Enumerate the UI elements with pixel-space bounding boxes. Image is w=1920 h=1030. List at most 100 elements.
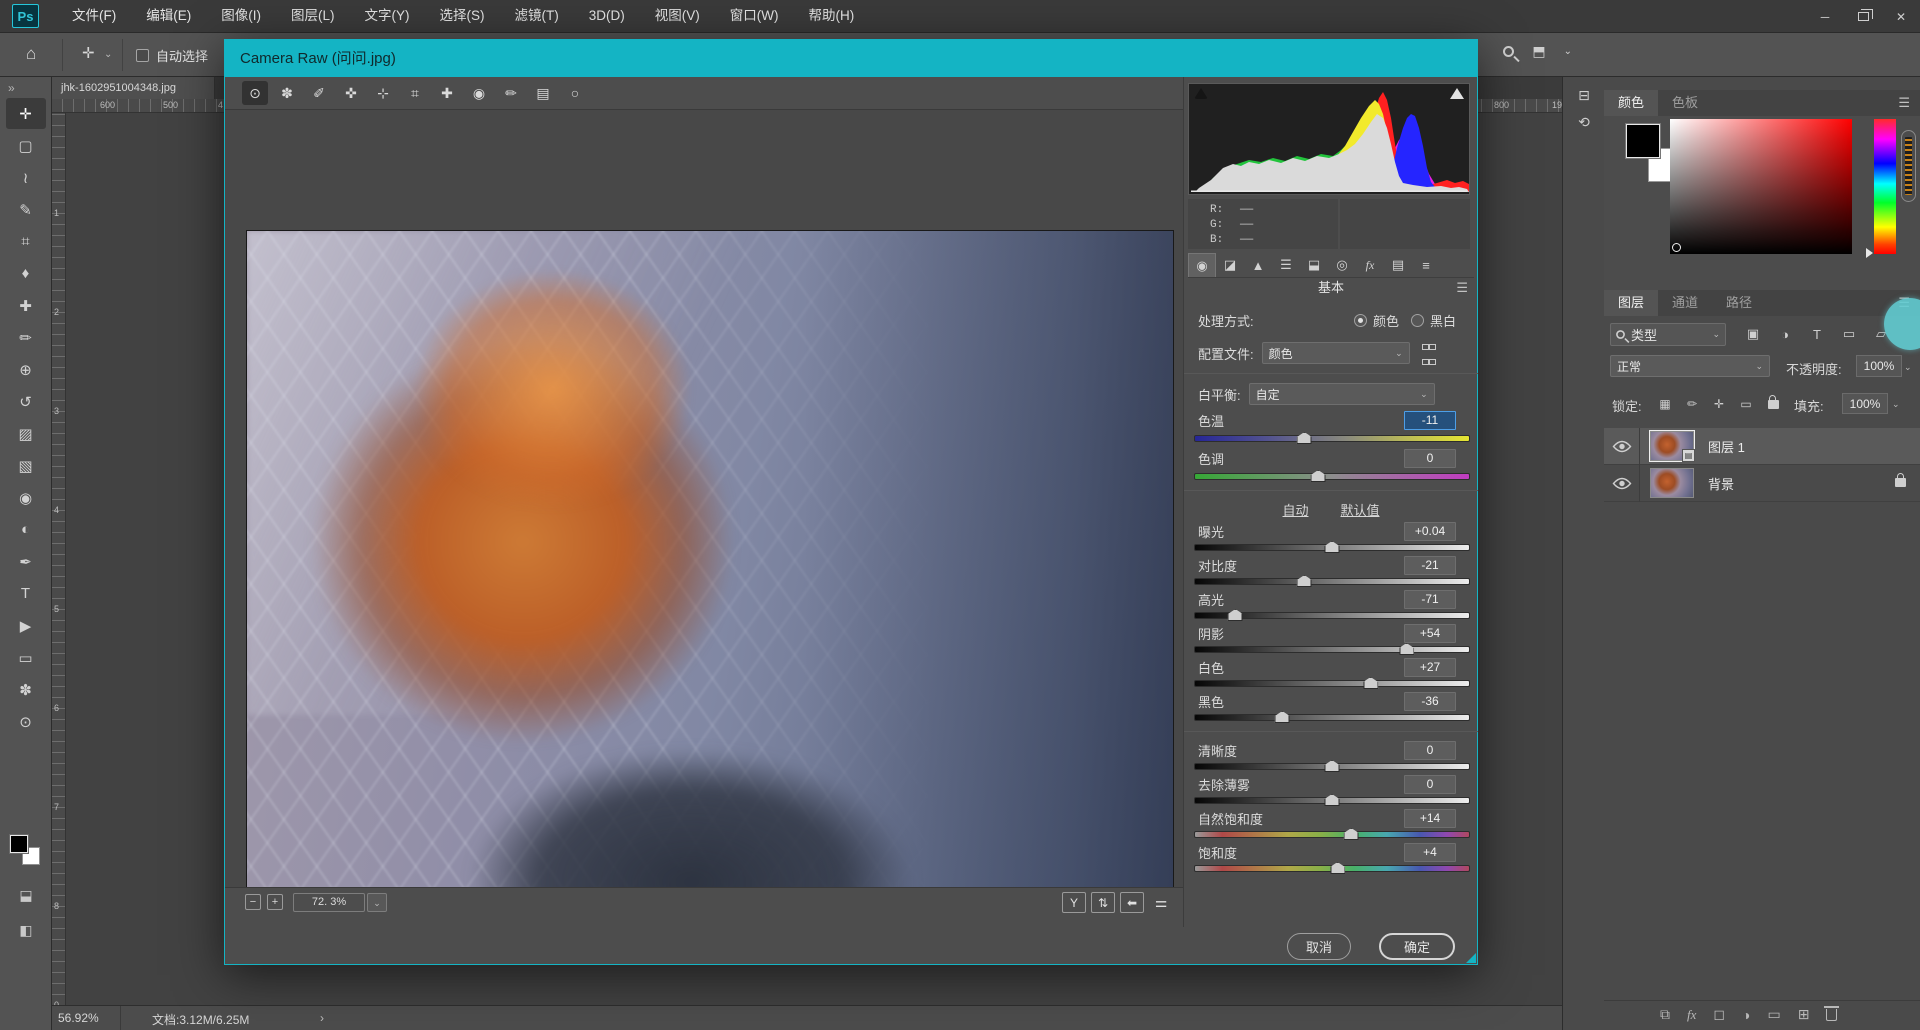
eyedropper-tool[interactable]: ♦ [6, 258, 46, 289]
layer-group-icon[interactable]: ▭ [1767, 1006, 1780, 1023]
layer-effects-icon[interactable]: fx [1687, 1007, 1696, 1023]
menu-item-6[interactable]: 滤镜(T) [500, 0, 574, 32]
adjustment-brush-tool[interactable]: ✏ [498, 81, 524, 105]
slider-thumb[interactable] [1311, 470, 1326, 482]
crop-tool[interactable]: ⌗ [402, 81, 428, 105]
panel-scroll-handle[interactable] [1901, 130, 1916, 202]
profile-select[interactable]: 颜色 ⌄ [1262, 342, 1410, 364]
slider-thumb[interactable] [1399, 643, 1414, 655]
collapsed-history-icon[interactable]: ⟲ [1563, 114, 1605, 131]
auto-link[interactable]: 自动 [1282, 500, 1308, 519]
tab-detail[interactable]: ▲ [1244, 253, 1272, 277]
menu-item-10[interactable]: 帮助(H) [793, 0, 869, 32]
move-tool-icon[interactable]: ✛ [82, 44, 95, 62]
slider-thumb[interactable] [1363, 677, 1378, 689]
slider-thumb[interactable] [1297, 575, 1312, 587]
menu-item-8[interactable]: 视图(V) [640, 0, 715, 32]
slider-thumb[interactable] [1275, 711, 1290, 723]
layer-mask-icon[interactable]: ◻ [1713, 1006, 1725, 1023]
before-after-toggle[interactable]: Y [1062, 892, 1086, 913]
slider-thumb[interactable] [1330, 862, 1345, 874]
slider-value-input[interactable]: +27 [1404, 658, 1456, 677]
menu-item-3[interactable]: 图层(L) [276, 0, 350, 32]
slider-track[interactable] [1194, 831, 1470, 838]
hue-slider-arrow[interactable] [1866, 248, 1873, 258]
menu-item-5[interactable]: 选择(S) [425, 0, 500, 32]
menu-item-2[interactable]: 图像(I) [206, 0, 276, 32]
pen-tool[interactable]: ✒ [6, 546, 46, 577]
auto-select-option[interactable]: 自动选择 [136, 46, 208, 65]
chevron-down-icon[interactable]: ⌄ [1904, 362, 1912, 373]
slider-value-input[interactable]: +54 [1404, 624, 1456, 643]
lock-all-icon[interactable] [1764, 395, 1782, 413]
filter-shape-layers-icon[interactable]: ▭ [1838, 323, 1860, 345]
tab-通道[interactable]: 通道 [1658, 290, 1712, 316]
slider-value-input[interactable]: +4 [1404, 843, 1456, 862]
tab-presets[interactable]: ≡ [1412, 253, 1440, 277]
filter-pixel-layers-icon[interactable]: ▣ [1742, 323, 1764, 345]
panel-menu-icon[interactable]: ☰ [1898, 95, 1910, 111]
chevron-down-icon[interactable]: ⌄ [1564, 46, 1572, 57]
hue-slider[interactable] [1874, 119, 1896, 254]
tab-basic[interactable]: ◉ [1188, 253, 1216, 277]
graduated-filter-tool[interactable]: ▤ [530, 81, 556, 105]
search-icon[interactable] [1503, 46, 1514, 57]
layer-row-背景[interactable]: 背景 [1604, 465, 1920, 502]
swap-before-after[interactable]: ⇅ [1091, 892, 1115, 913]
slider-thumb[interactable] [1297, 432, 1312, 444]
clone-stamp-tool[interactable]: ⊕ [6, 354, 46, 385]
new-layer-icon[interactable]: ⊞ [1798, 1006, 1810, 1023]
toolbar-collapse-icon[interactable]: » [0, 77, 51, 97]
color-sampler-tool[interactable]: ✜ [338, 81, 364, 105]
filter-adjustment-layers-icon[interactable]: ◑ [1774, 323, 1796, 345]
menu-item-1[interactable]: 编辑(E) [131, 0, 206, 32]
tab-路径[interactable]: 路径 [1712, 290, 1766, 316]
panel-menu-icon[interactable]: ☰ [1456, 278, 1468, 298]
layer-visibility-toggle[interactable] [1604, 465, 1640, 502]
auto-select-checkbox[interactable] [136, 49, 149, 62]
process-bw-radio[interactable] [1411, 314, 1424, 327]
cancel-button[interactable]: 取消 [1287, 933, 1351, 960]
move-tool[interactable]: ✛ [6, 98, 46, 129]
tab-split-toning[interactable]: ⬓ [1300, 253, 1328, 277]
copy-settings-to-before[interactable]: ⬅ [1120, 892, 1144, 913]
chevron-down-icon[interactable]: ⌄ [1892, 399, 1900, 410]
menu-item-4[interactable]: 文字(Y) [350, 0, 425, 32]
eraser-tool[interactable]: ▨ [6, 418, 46, 449]
slider-track[interactable] [1194, 473, 1470, 480]
slider-thumb[interactable] [1228, 609, 1243, 621]
marquee-tool[interactable]: ▢ [6, 130, 46, 161]
slider-thumb[interactable] [1325, 760, 1340, 772]
minimize-button[interactable]: ─ [1806, 0, 1844, 33]
type-tool[interactable]: T [6, 578, 46, 609]
slider-value-input[interactable]: 0 [1404, 741, 1456, 760]
quick-selection-tool[interactable]: ✎ [6, 194, 46, 225]
tab-lens-corrections[interactable]: ◎ [1328, 253, 1356, 277]
tab-tone-curve[interactable]: ◪ [1216, 253, 1244, 277]
photo-preview[interactable] [246, 230, 1174, 887]
dialog-resize-grip[interactable] [1466, 953, 1476, 963]
lock-pixels-icon[interactable]: ✏ [1683, 395, 1701, 413]
link-layers-icon[interactable]: ⧉ [1660, 1006, 1670, 1023]
tab-颜色[interactable]: 颜色 [1604, 90, 1658, 116]
layer-thumbnail[interactable]: ▤ [1650, 431, 1694, 461]
tab-图层[interactable]: 图层 [1604, 290, 1658, 316]
foreground-color-swatch[interactable] [10, 835, 28, 853]
zoom-in-button[interactable]: + [267, 894, 283, 910]
path-select-tool[interactable]: ▶ [6, 610, 46, 641]
collapsed-panel-icon-top[interactable]: ⊟ [1563, 87, 1605, 104]
blur-tool[interactable]: ◉ [6, 482, 46, 513]
chevron-down-icon[interactable]: ⌄ [104, 49, 112, 60]
ok-button[interactable]: 确定 [1379, 933, 1455, 960]
screen-mode-icon[interactable]: ◧ [0, 922, 52, 939]
layer-filter-select[interactable]: 类型 ⌄ [1610, 323, 1726, 346]
status-zoom-level[interactable]: 56.92% [58, 1011, 99, 1025]
hand-tool[interactable]: ✽ [274, 81, 300, 105]
tab-camera-calibration[interactable]: ▤ [1384, 253, 1412, 277]
slider-value-input[interactable]: +0.04 [1404, 522, 1456, 541]
delete-layer-icon[interactable] [1826, 1009, 1837, 1021]
slider-value-input[interactable]: -71 [1404, 590, 1456, 609]
shadow-clipping-icon[interactable] [1194, 88, 1208, 99]
slider-track[interactable] [1194, 578, 1470, 585]
slider-track[interactable] [1194, 680, 1470, 687]
